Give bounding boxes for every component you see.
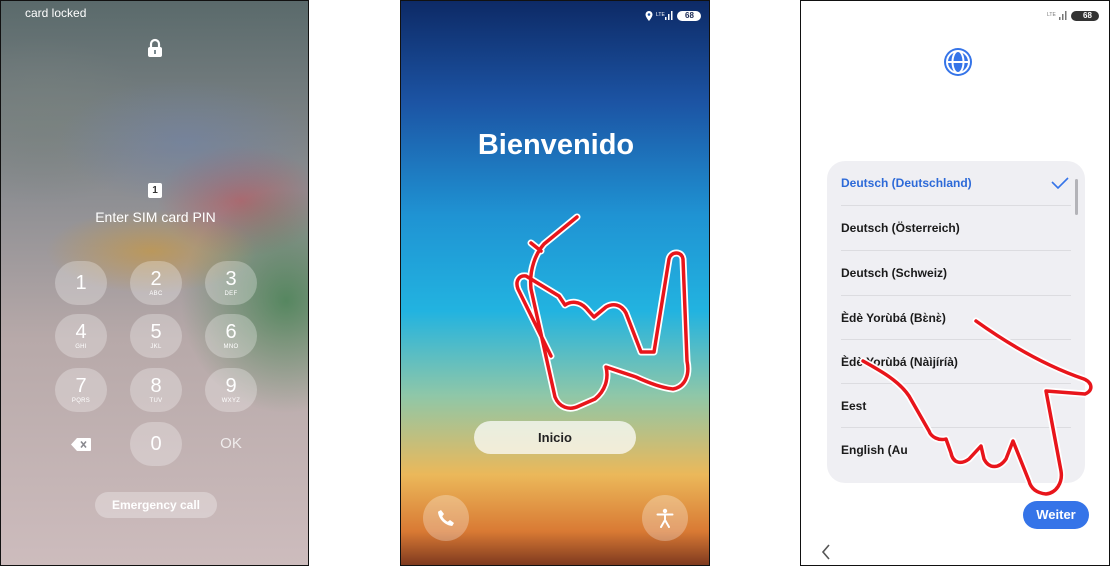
key-digit: 3 [225,268,237,290]
key-letters: GHI [75,344,87,350]
language-item[interactable]: Èdè Yorùbá (Nàìjíríà) [841,340,1073,384]
globe-icon [944,48,972,76]
language-item[interactable]: Eest [841,384,1073,428]
battery-level: 68 [1083,11,1092,20]
key-digit: 6 [225,321,237,343]
phone-icon [438,510,454,526]
key-digit: 0 [150,433,162,455]
language-list[interactable]: Deutsch (Deutschland) Deutsch (Österreic… [827,161,1085,483]
key-letters: WXYZ [221,398,241,404]
language-label: Èdè Yorùbá (Bɛ̀nɛ̀) [841,311,946,325]
ok-label: OK [220,435,242,452]
key-3[interactable]: 3 DEF [205,261,257,305]
emergency-call-button[interactable]: Emergency call [95,492,217,518]
status-text: card locked [25,6,87,20]
backspace-icon [71,438,91,451]
sim-pin-screen: card locked 1 Enter SIM card PIN 1 2 ABC… [0,0,309,566]
key-letters: TUV [149,398,163,404]
next-button[interactable]: Weiter [1023,501,1089,529]
key-6[interactable]: 6 MNO [205,314,257,358]
key-0[interactable]: 0 [130,422,182,466]
key-2[interactable]: 2 ABC [130,261,182,305]
key-digit: 2 [150,268,162,290]
pointing-hand-icon [513,213,692,412]
scrollbar[interactable] [1075,179,1078,215]
key-letters: MNO [223,344,239,350]
language-item[interactable]: Deutsch (Österreich) [841,206,1073,250]
signal-icon [1059,17,1061,20]
language-label: English (Au [841,443,908,457]
ok-button[interactable]: OK [205,422,257,466]
start-button[interactable]: Inicio [474,421,636,454]
svg-text:LTE: LTE [656,12,665,18]
language-label: Deutsch (Österreich) [841,221,960,235]
key-letters: JKL [150,344,162,350]
key-7[interactable]: 7 PQRS [55,368,107,412]
key-letters: DEF [224,291,238,297]
battery-level: 68 [685,11,694,20]
key-digit: 7 [75,375,87,397]
key-1[interactable]: 1 [55,261,107,305]
backspace-button[interactable] [55,422,107,466]
key-8[interactable]: 8 TUV [130,368,182,412]
sim-card-icon: 1 [148,183,162,198]
back-icon[interactable] [821,544,831,560]
signal-icon [665,17,667,20]
language-item[interactable]: Deutsch (Deutschland) [841,161,1073,205]
key-4[interactable]: 4 GHI [55,314,107,358]
key-digit: 1 [75,272,87,294]
key-digit: 4 [75,321,87,343]
status-bar-icons: LTE [1047,11,1099,21]
key-letters: ABC [149,291,163,297]
language-label: Deutsch (Schweiz) [841,266,948,280]
welcome-screen: LTE 68 Bienvenido Inicio [400,0,710,566]
emergency-call-button[interactable] [423,495,469,541]
key-letters: PQRS [71,398,91,404]
accessibility-icon [656,508,674,528]
key-digit: 8 [150,375,162,397]
pin-prompt: Enter SIM card PIN [95,209,216,225]
language-select-screen: LTE 68 Deutsch (Deutschland) Deutsch (Ös… [800,0,1110,566]
language-item[interactable]: English (Au [841,428,1073,472]
key-digit: 5 [150,321,162,343]
key-9[interactable]: 9 WXYZ [205,368,257,412]
language-label: Eest [841,399,867,413]
check-icon [1051,177,1069,189]
language-label: Deutsch (Deutschland) [841,176,972,190]
location-icon [645,11,653,21]
lock-icon [148,38,162,57]
accessibility-button[interactable] [642,495,688,541]
svg-text:LTE: LTE [1047,12,1056,18]
welcome-title: Bienvenido [477,129,635,161]
language-item[interactable]: Deutsch (Schweiz) [841,251,1073,295]
status-bar-icons: LTE [645,11,701,21]
key-5[interactable]: 5 JKL [130,314,182,358]
language-label: Èdè Yorùbá (Nàìjíríà) [841,355,958,369]
key-digit: 9 [225,375,237,397]
language-item[interactable]: Èdè Yorùbá (Bɛ̀nɛ̀) [841,296,1073,340]
